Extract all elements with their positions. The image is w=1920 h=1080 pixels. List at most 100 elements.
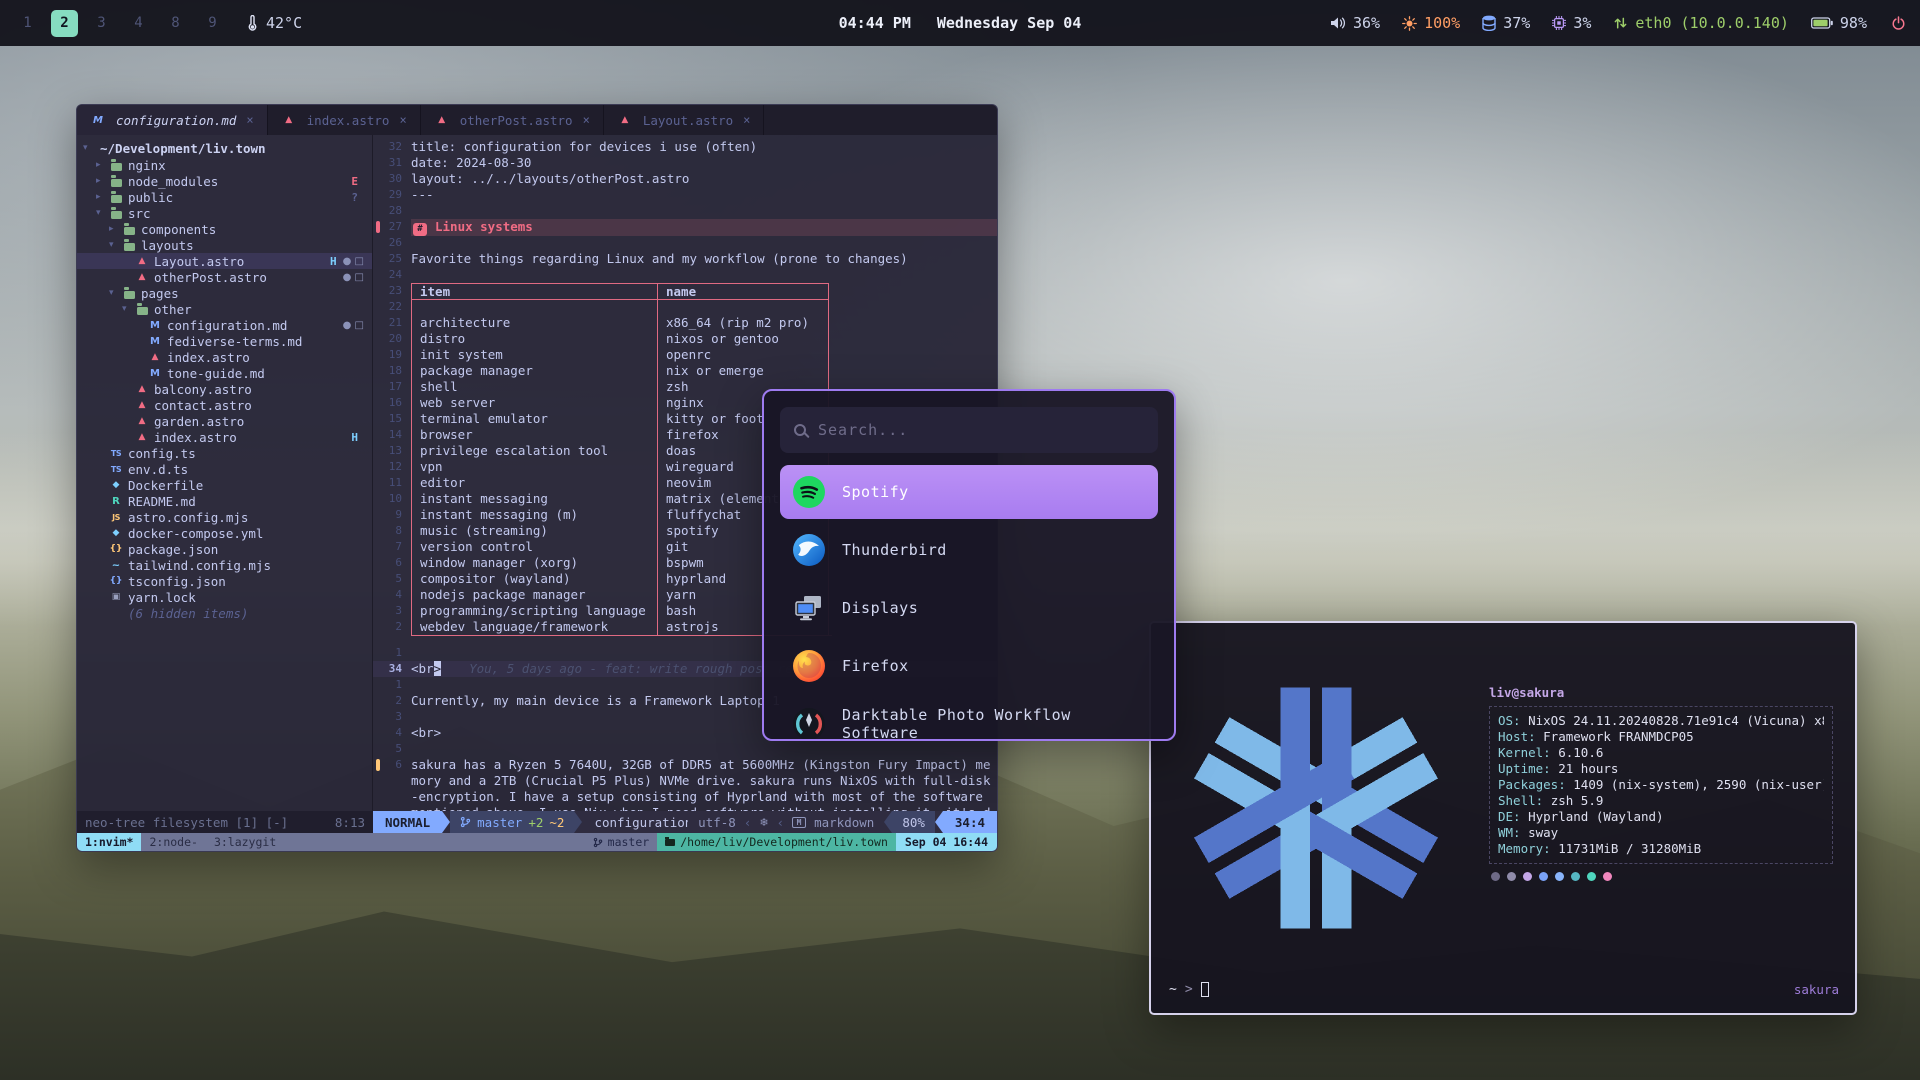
- tree-item[interactable]: garden.astro: [77, 413, 372, 429]
- tree-item[interactable]: Dockerfile: [77, 477, 372, 493]
- tree-root[interactable]: ▾ ~/Development/liv.town: [77, 139, 372, 157]
- tree-item[interactable]: ▸ components: [77, 221, 372, 237]
- search-input[interactable]: Search...: [780, 407, 1158, 453]
- tree-item[interactable]: balcony.astro: [77, 381, 372, 397]
- tree-item[interactable]: tsconfig.json: [77, 573, 372, 589]
- tree-item[interactable]: ▸ nginx: [77, 157, 372, 173]
- workspace-button[interactable]: 4: [125, 10, 152, 37]
- tree-item[interactable]: index.astro H: [77, 429, 372, 445]
- launcher-item-darktable[interactable]: Darktable Photo Workflow Software: [780, 697, 1158, 741]
- tree-item[interactable]: Layout.astro H ● □: [77, 253, 372, 269]
- brightness-module[interactable]: 100%: [1402, 14, 1460, 32]
- launcher-item-spotify[interactable]: Spotify: [780, 465, 1158, 519]
- shell-prompt[interactable]: ~ >: [1169, 982, 1209, 997]
- close-icon[interactable]: ×: [583, 113, 590, 127]
- tree-item[interactable]: config.ts: [77, 445, 372, 461]
- tab-otherpost-astro[interactable]: otherPost.astro ×: [421, 105, 604, 135]
- firefox-icon: [792, 649, 826, 683]
- line-number: 15: [383, 411, 411, 427]
- network-module[interactable]: eth0 (10.0.0.140): [1613, 14, 1789, 32]
- info-box: OS: NixOS 24.11.20240828.71e91c4 (Vicuna…: [1489, 706, 1833, 864]
- tree-item[interactable]: ▸ node_modules E: [77, 173, 372, 189]
- tree-item[interactable]: docker-compose.yml: [77, 525, 372, 541]
- branch-name: master: [477, 815, 522, 830]
- tree-item[interactable]: (6 hidden items): [77, 605, 372, 621]
- launcher-item-thunderbird[interactable]: Thunderbird: [780, 523, 1158, 577]
- info-value: 6.10.6: [1558, 745, 1603, 760]
- tmux-window-lazygit[interactable]: 3:lazygit: [206, 833, 284, 851]
- clock-date: Wednesday Sep 04: [937, 14, 1082, 32]
- tree-item[interactable]: ▾ src: [77, 205, 372, 221]
- line-number: 18: [383, 363, 411, 379]
- line-number: 2: [383, 693, 411, 709]
- line-number: 11: [383, 475, 411, 491]
- close-icon[interactable]: ×: [246, 113, 253, 127]
- tmux-window-nvim[interactable]: 1:nvim*: [77, 833, 141, 851]
- tree-item[interactable]: contact.astro: [77, 397, 372, 413]
- workspace-button[interactable]: 8: [162, 10, 189, 37]
- launcher-item-displays[interactable]: Displays: [780, 581, 1158, 635]
- line-number: 16: [383, 395, 411, 411]
- tree-item[interactable]: otherPost.astro ● □: [77, 269, 372, 285]
- info-row: Packages: 1409 (nix-system), 2590 (nix-u…: [1498, 777, 1824, 793]
- tree-item-label: env.d.ts: [128, 462, 188, 477]
- disk-module[interactable]: 37%: [1482, 14, 1530, 32]
- tree-item[interactable]: ▸ public ?: [77, 189, 372, 205]
- tmux-window-node[interactable]: 2:node-: [141, 833, 205, 851]
- table-cell-item: web server: [411, 395, 657, 411]
- tree-item[interactable]: tailwind.config.mjs: [77, 557, 372, 573]
- workspace-button[interactable]: 9: [199, 10, 226, 37]
- editor-line: 6 sakura has a Ryzen 5 7640U, 32GB of DD…: [373, 757, 997, 811]
- disk-icon: [1482, 15, 1496, 31]
- tree-item[interactable]: README.md: [77, 493, 372, 509]
- tree-item[interactable]: tone-guide.md: [77, 365, 372, 381]
- nixos-logo: [1175, 667, 1457, 949]
- tree-item[interactable]: ▾ other: [77, 301, 372, 317]
- palette-dot: [1587, 872, 1596, 881]
- info-label: Host:: [1498, 729, 1543, 744]
- tree-item[interactable]: ▾ pages: [77, 285, 372, 301]
- volume-module[interactable]: 36%: [1330, 14, 1380, 32]
- tree-item[interactable]: env.d.ts: [77, 461, 372, 477]
- file-tree: ▾ ~/Development/liv.town ▸ nginx ▸ node_…: [77, 135, 373, 811]
- info-row: Kernel: 6.10.6: [1498, 745, 1824, 761]
- tree-item[interactable]: yarn.lock: [77, 589, 372, 605]
- readme-icon: [108, 494, 124, 508]
- neotree-position: 8:13: [335, 815, 365, 830]
- astro-icon: [281, 113, 297, 127]
- docker-icon: [108, 526, 124, 540]
- line-number: 6: [383, 757, 411, 773]
- line-number: 26: [383, 235, 411, 251]
- cpu-module[interactable]: 3%: [1552, 14, 1591, 32]
- tsjson-icon: [108, 574, 124, 588]
- tab-index-astro[interactable]: index.astro ×: [268, 105, 421, 135]
- launcher-item-firefox[interactable]: Firefox: [780, 639, 1158, 693]
- close-icon[interactable]: ×: [743, 113, 750, 127]
- tab-layout-astro[interactable]: Layout.astro ×: [604, 105, 765, 135]
- line-text: title: configuration for devices i use (…: [411, 139, 757, 155]
- tree-item[interactable]: ▾ layouts: [77, 237, 372, 253]
- tree-item[interactable]: astro.config.mjs: [77, 509, 372, 525]
- tree-item[interactable]: configuration.md ● □: [77, 317, 372, 333]
- tab-configuration-md[interactable]: configuration.md ×: [77, 105, 268, 135]
- close-icon[interactable]: ×: [399, 113, 406, 127]
- lock-icon: [108, 590, 124, 604]
- table-header-name: name: [657, 283, 829, 299]
- battery-module[interactable]: 98%: [1811, 14, 1867, 32]
- info-value: zsh 5.9: [1551, 793, 1604, 808]
- tree-item[interactable]: fediverse-terms.md: [77, 333, 372, 349]
- workspace-button[interactable]: 2: [51, 10, 78, 37]
- tree-item[interactable]: index.astro: [77, 349, 372, 365]
- prompt-char: >: [1185, 982, 1193, 997]
- palette-dot: [1603, 872, 1612, 881]
- workspace-button[interactable]: 3: [88, 10, 115, 37]
- workspace-button[interactable]: 1: [14, 10, 41, 37]
- search-placeholder: Search...: [818, 421, 908, 439]
- fastfetch-window: liv@sakura OS: NixOS 24.11.20240828.71e9…: [1149, 621, 1857, 1015]
- line-number: 14: [383, 427, 411, 443]
- tree-item-label: docker-compose.yml: [128, 526, 263, 541]
- line-number: 10: [383, 491, 411, 507]
- tree-item[interactable]: package.json: [77, 541, 372, 557]
- power-button[interactable]: [1891, 16, 1906, 31]
- js-icon: [108, 510, 124, 524]
